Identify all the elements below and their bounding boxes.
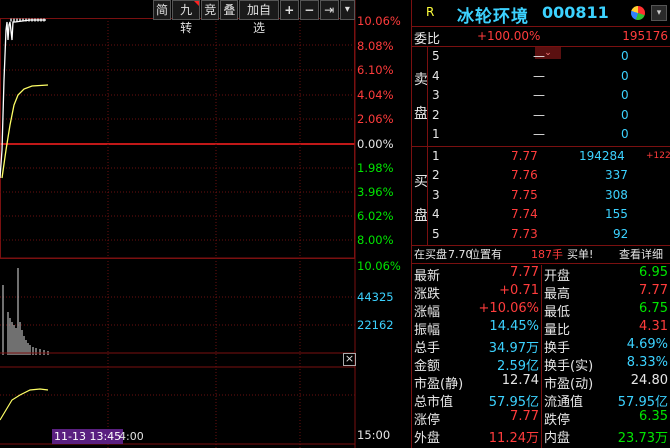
sell-row-4[interactable]: 4 — 0: [411, 68, 670, 87]
stock-code: 000811: [542, 3, 609, 22]
notice-middle: 位置有: [469, 248, 502, 261]
intraday-chart: [0, 0, 356, 448]
sell-row-1[interactable]: 1 — 0: [411, 126, 670, 145]
sell-row-2[interactable]: 2 — 0: [411, 107, 670, 126]
more-dropdown-button[interactable]: ▾: [339, 0, 355, 20]
buy-row-4[interactable]: 4 7.74 155: [411, 206, 670, 225]
auction-button[interactable]: 竞: [201, 0, 220, 20]
quote-row: 外盘 11.24万 内盘 23.73万: [414, 431, 668, 446]
axis-label: 1.98%: [357, 161, 394, 175]
buy-row-1[interactable]: 1 7.77 194284 +122: [411, 148, 670, 167]
cursor-time-suffix: 4:00: [119, 430, 144, 443]
chart-toolbar: 简 九转 竞 叠 加自选 + − ⇥ ▾: [153, 0, 356, 35]
time-axis-label: 15:00: [357, 428, 391, 442]
sell-row-3[interactable]: 3 — 0: [411, 87, 670, 106]
buy-row-3[interactable]: 3 7.75 308: [411, 187, 670, 206]
overlay-button[interactable]: 叠: [220, 0, 239, 20]
axis-label: 2.06%: [357, 112, 394, 126]
volume-bars: [2, 268, 49, 355]
axis-label: 8.08%: [357, 39, 394, 53]
notice-qty: 187手: [531, 248, 563, 261]
axis-label: 6.02%: [357, 209, 394, 223]
quote-table: 最新 7.77 开盘 6.95 涨跌 +0.71 最高 7.77 涨幅 +10.…: [411, 265, 670, 448]
notice-action: 买单!: [567, 248, 594, 261]
axis-label: 8.00%: [357, 233, 394, 247]
axis-label: 4.04%: [357, 88, 394, 102]
simple-button[interactable]: 简: [153, 0, 172, 20]
indicator-line: [0, 388, 49, 421]
quote-row: 涨跌 +0.71 最高 7.77: [414, 283, 668, 302]
order-notice-row[interactable]: 在买盘 7.70 位置有 187手 买单! 查看详细: [411, 246, 670, 264]
avg-price-line: [1, 84, 49, 179]
pie-chart-icon[interactable]: [631, 6, 645, 20]
stock-name: 冰轮环境: [457, 7, 529, 27]
notice-prefix: 在买盘: [414, 248, 447, 261]
axis-label: 3.96%: [357, 185, 394, 199]
axis-label: 44325: [357, 290, 394, 304]
sell-book: ⌄ 卖 盘 5 — 0 4 — 0 3 — 0 2 — 0 1 — 0: [411, 47, 670, 147]
stock-header: R 冰轮环境 000811 ▾: [411, 0, 670, 27]
quote-row: 涨幅 +10.06% 最低 6.75: [414, 301, 668, 320]
cursor-time-label: 11-13 13:45: [52, 429, 124, 444]
quote-row: 涨停 7.77 跌停 6.35: [414, 409, 668, 428]
view-detail-link[interactable]: 查看详细: [619, 246, 663, 263]
zoom-in-button[interactable]: +: [279, 0, 299, 20]
nine-turn-button[interactable]: 九转: [172, 0, 201, 35]
dropdown-icon[interactable]: ▾: [651, 5, 667, 21]
axis-label: 6.10%: [357, 63, 394, 77]
quote-row: 总手 34.97万 换手 4.69%: [414, 337, 668, 356]
order-ratio-diff: 195176: [622, 29, 668, 43]
quote-row: 金额 2.59亿 换手(实) 8.33%: [414, 355, 668, 374]
add-watchlist-button[interactable]: 加自选: [239, 0, 279, 35]
axis-label: 0.00%: [357, 137, 394, 151]
axis-label: 10.06%: [357, 14, 401, 28]
close-icon[interactable]: ×: [343, 353, 356, 366]
quote-row: 振幅 14.45% 量比 4.31: [414, 319, 668, 338]
intraday-chart-area[interactable]: 简 九转 竞 叠 加自选 + − ⇥ ▾ × 11-13 13:45 4:00: [0, 0, 356, 448]
jump-end-button[interactable]: ⇥: [319, 0, 339, 20]
axis-label: 10.06%: [357, 259, 401, 273]
axis-label: 22162: [357, 318, 394, 332]
buy-book: 买 盘 1 7.77 194284 +122 2 7.76 337 3 7.75…: [411, 147, 670, 246]
order-ratio-row: 委比 +100.00% 195176: [411, 27, 670, 47]
zoom-out-button[interactable]: −: [299, 0, 319, 20]
order-ratio-percent: +100.00%: [477, 29, 541, 43]
price-line: [0, 19, 46, 179]
quote-row: 最新 7.77 开盘 6.95: [414, 265, 668, 284]
buy-row-2[interactable]: 2 7.76 337: [411, 167, 670, 186]
quote-panel: R 冰轮环境 000811 ▾ 委比 +100.00% 195176 ⌄ 卖 盘…: [411, 0, 670, 448]
buy-row-5[interactable]: 5 7.73 92: [411, 226, 670, 245]
order-ratio-label: 委比: [414, 32, 441, 47]
quote-row: 市盈(静) 12.74 市盈(动) 24.80: [414, 373, 668, 392]
sell-row-5[interactable]: 5 — 0: [411, 48, 670, 67]
r-badge: R: [426, 5, 435, 19]
quote-row: 总市值 57.95亿 流通值 57.95亿: [414, 395, 668, 410]
